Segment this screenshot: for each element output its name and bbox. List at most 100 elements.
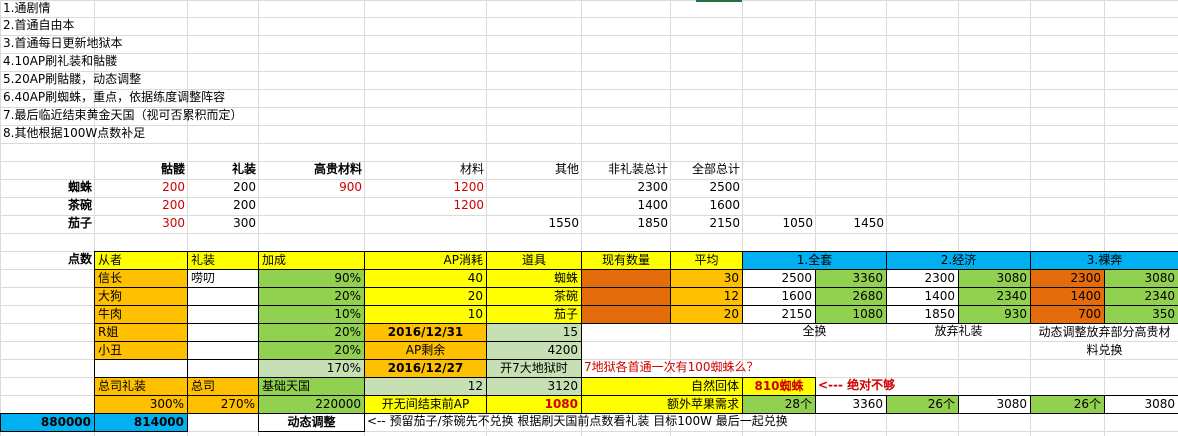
servant-cell[interactable] bbox=[187, 323, 259, 342]
hell-note[interactable]: 7地狱各首通一次有100蜘蛛么？ bbox=[581, 359, 816, 378]
note-line[interactable]: 1.通剧情 bbox=[0, 0, 365, 18]
plan-cell[interactable]: 2340 bbox=[958, 287, 1031, 306]
note-line[interactable]: 8.其他根据100W点数补足 bbox=[0, 125, 365, 144]
ap-cell[interactable]: 30 bbox=[670, 269, 743, 288]
ap-cell[interactable]: 20 bbox=[364, 287, 487, 306]
plan-header-1[interactable]: 2.经济 bbox=[886, 251, 1031, 270]
servant-header-1[interactable]: 礼装 bbox=[187, 251, 259, 270]
cost-value[interactable]: 1400 bbox=[581, 197, 671, 216]
plan-cell[interactable]: 350 bbox=[1104, 305, 1178, 324]
ap-header-2[interactable]: 现有数量 bbox=[581, 251, 671, 270]
servant-header-0[interactable]: 从者 bbox=[94, 251, 188, 270]
bottom-r1-5[interactable]: 自然回体 bbox=[581, 377, 743, 396]
ap-left-label[interactable]: AP剩余 bbox=[364, 341, 487, 360]
plan-cell[interactable]: 2300 bbox=[1030, 269, 1105, 288]
cost-value[interactable]: 300 bbox=[94, 215, 188, 234]
cost-value[interactable] bbox=[486, 197, 582, 216]
cost-row-label[interactable]: 茶碗 bbox=[0, 197, 95, 216]
plan-cell[interactable]: 930 bbox=[958, 305, 1031, 324]
cost-value[interactable] bbox=[258, 215, 365, 234]
note-line[interactable]: 6.40AP刷蜘蛛，重点，依据练度调整阵容 bbox=[0, 89, 365, 108]
bottom-r2-plan[interactable]: 3080 bbox=[958, 395, 1031, 414]
bottom-r3-0[interactable]: 880000 bbox=[0, 413, 95, 432]
cost-value[interactable] bbox=[364, 215, 487, 234]
bottom-r2-1[interactable]: 270% bbox=[187, 395, 259, 414]
bottom-r2-plan[interactable]: 26个 bbox=[886, 395, 959, 414]
bottom-r2-2[interactable]: 220000 bbox=[258, 395, 365, 414]
ap-cell[interactable]: 20 bbox=[670, 305, 743, 324]
cost-extra[interactable]: 1050 bbox=[742, 215, 816, 234]
cost-header-6[interactable]: 全部总计 bbox=[670, 161, 743, 180]
ap-header-1[interactable]: 道具 bbox=[486, 251, 582, 270]
ap-header-0[interactable]: AP消耗 bbox=[364, 251, 487, 270]
cost-value[interactable]: 2500 bbox=[670, 179, 743, 198]
bottom-r1-4[interactable]: 3120 bbox=[486, 377, 582, 396]
servant-cell[interactable] bbox=[187, 287, 259, 306]
servant-cell[interactable]: 90% bbox=[258, 269, 365, 288]
servant-header-2[interactable]: 加成 bbox=[258, 251, 365, 270]
note-line[interactable]: 5.20AP刷骷髅，动态调整 bbox=[0, 71, 365, 90]
plan-caption-0[interactable]: 全换 bbox=[742, 323, 887, 342]
note-line[interactable]: 3.首通每日更新地狱本 bbox=[0, 35, 365, 54]
note-line[interactable]: 2.首通自由本 bbox=[0, 17, 365, 36]
plan-cell[interactable]: 2340 bbox=[1104, 287, 1178, 306]
plan-header-0[interactable]: 1.全套 bbox=[742, 251, 887, 270]
points-label[interactable]: 点数 bbox=[0, 251, 95, 270]
cost-extra[interactable] bbox=[742, 197, 816, 216]
plan-cell[interactable]: 3360 bbox=[815, 269, 887, 288]
plan-cell[interactable]: 2300 bbox=[886, 269, 959, 288]
servant-cell[interactable] bbox=[187, 305, 259, 324]
cost-header-5[interactable]: 非礼装总计 bbox=[581, 161, 671, 180]
cost-header-2[interactable]: 高贵材料 bbox=[258, 161, 365, 180]
ap-header-3[interactable]: 平均 bbox=[670, 251, 743, 270]
cost-header-4[interactable]: 其他 bbox=[486, 161, 582, 180]
servant-cell[interactable] bbox=[187, 359, 259, 378]
cost-header-0[interactable]: 骷髅 bbox=[94, 161, 188, 180]
bottom-r2-plan[interactable]: 3360 bbox=[815, 395, 887, 414]
ap-cell[interactable] bbox=[581, 269, 671, 288]
date-2-note[interactable]: 开7大地狱时 bbox=[486, 359, 582, 378]
cost-row-label[interactable]: 蜘蛛 bbox=[0, 179, 95, 198]
bottom-r2-plan[interactable]: 28个 bbox=[742, 395, 816, 414]
cost-value[interactable]: 2300 bbox=[581, 179, 671, 198]
bottom-r2-4[interactable]: 1080 bbox=[486, 395, 582, 414]
bottom-r1-1[interactable]: 总司 bbox=[187, 377, 259, 396]
ap-cell[interactable]: 10 bbox=[364, 305, 487, 324]
ap-cell[interactable] bbox=[581, 305, 671, 324]
cost-value[interactable] bbox=[258, 197, 365, 216]
bottom-r3-1[interactable]: 814000 bbox=[94, 413, 188, 432]
cost-value[interactable]: 1550 bbox=[486, 215, 582, 234]
bottom-r1-0[interactable]: 总司礼装 bbox=[94, 377, 188, 396]
plan-cell[interactable]: 2680 bbox=[815, 287, 887, 306]
cost-value[interactable]: 900 bbox=[258, 179, 365, 198]
ap-left-value[interactable]: 4200 bbox=[486, 341, 582, 360]
date-2[interactable]: 2016/12/27 bbox=[364, 359, 487, 378]
ap-cell[interactable]: 12 bbox=[670, 287, 743, 306]
bottom-r3-3[interactable]: <-- 预留茄子/茶碗先不兑换 根据刷天国前点数看礼装 目标100W 最后一起兑… bbox=[364, 413, 1164, 432]
cost-value[interactable]: 1200 bbox=[364, 179, 487, 198]
plan-cell[interactable]: 1400 bbox=[1030, 287, 1105, 306]
plan-cell[interactable]: 1400 bbox=[886, 287, 959, 306]
cost-value[interactable]: 1850 bbox=[581, 215, 671, 234]
servant-cell[interactable]: 20% bbox=[258, 341, 365, 360]
plan-caption-1[interactable]: 放弃礼装 bbox=[886, 323, 1031, 342]
bottom-r1-3[interactable]: 12 bbox=[364, 377, 487, 396]
cost-value[interactable]: 1200 bbox=[364, 197, 487, 216]
cost-header-1[interactable]: 礼装 bbox=[187, 161, 259, 180]
ap-cell[interactable]: 蜘蛛 bbox=[486, 269, 582, 288]
cost-value[interactable]: 200 bbox=[187, 179, 259, 198]
plan-caption-2[interactable]: 动态调整放弃部分高贵材料兑换 bbox=[1030, 323, 1178, 359]
plan-cell[interactable]: 700 bbox=[1030, 305, 1105, 324]
cost-value[interactable]: 200 bbox=[94, 179, 188, 198]
servant-cell[interactable]: 唠叨 bbox=[187, 269, 259, 288]
servant-cell[interactable]: 20% bbox=[258, 323, 365, 342]
servant-cell[interactable]: 信长 bbox=[94, 269, 188, 288]
cost-extra[interactable] bbox=[742, 179, 816, 198]
plan-header-2[interactable]: 3.裸奔 bbox=[1030, 251, 1178, 270]
note-line[interactable]: 4.10AP刷礼装和骷髅 bbox=[0, 53, 365, 72]
cost-extra[interactable] bbox=[815, 179, 887, 198]
bottom-r2-3[interactable]: 开无间结束前AP bbox=[364, 395, 487, 414]
date-1-value[interactable]: 15 bbox=[486, 323, 582, 342]
bottom-r1-6[interactable]: 810蜘蛛 bbox=[742, 377, 816, 396]
bottom-r2-0[interactable]: 300% bbox=[94, 395, 188, 414]
